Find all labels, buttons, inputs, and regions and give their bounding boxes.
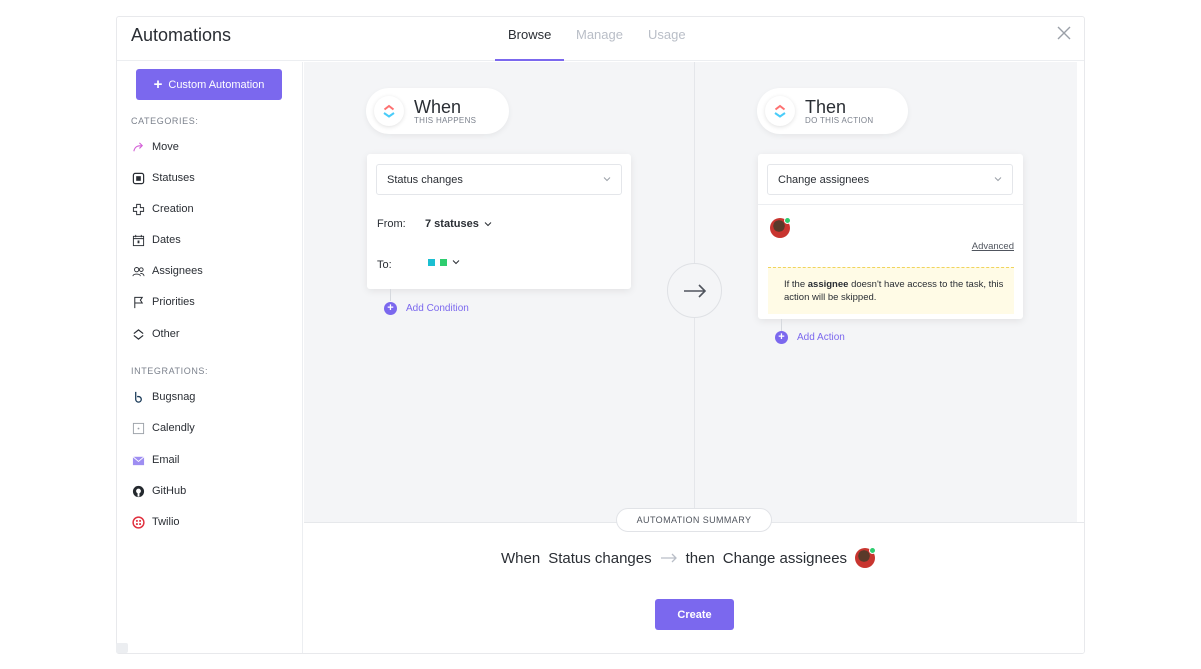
automations-modal: Automations Browse Manage Usage + Custom…	[116, 16, 1085, 654]
modal-title: Automations	[131, 25, 232, 45]
custom-automation-button[interactable]: + Custom Automation	[136, 69, 282, 100]
trigger-connector	[390, 289, 391, 301]
assignees-icon	[131, 264, 145, 278]
arrow-right-icon	[660, 550, 678, 567]
automation-summary-badge: AUTOMATION SUMMARY	[616, 508, 772, 532]
plus-icon: +	[153, 76, 163, 93]
github-icon	[131, 484, 145, 498]
chevron-down-icon	[603, 177, 611, 182]
status-green-swatch	[440, 258, 447, 266]
sidebar-item-assignees[interactable]: Assignees	[131, 262, 203, 280]
then-title: Then	[805, 96, 847, 117]
assignee-avatar[interactable]	[770, 217, 791, 238]
statuses-icon	[131, 171, 145, 185]
action-card: Change assignees Advanced If the assigne…	[758, 154, 1023, 319]
then-subtitle: DO THIS ACTION	[805, 115, 874, 125]
to-label: To:	[377, 259, 392, 271]
add-condition-button[interactable]: + Add Condition	[384, 302, 469, 315]
to-status-select[interactable]	[428, 258, 460, 266]
from-label: From:	[377, 218, 406, 230]
twilio-icon	[131, 515, 145, 529]
move-icon	[131, 140, 145, 154]
sidebar-item-move[interactable]: Move	[131, 138, 179, 156]
creation-icon	[131, 202, 145, 216]
then-header: Then DO THIS ACTION	[757, 88, 908, 134]
from-status-select[interactable]: 7 statuses	[425, 218, 492, 230]
email-icon	[131, 453, 145, 467]
sidebar: + Custom Automation CATEGORIES: Move Sta…	[117, 62, 303, 653]
trigger-card: Status changes From: 7 statuses To:	[367, 154, 631, 289]
when-subtitle: THIS HAPPENS	[414, 115, 477, 125]
summary-area	[304, 522, 1084, 653]
other-icon	[131, 327, 145, 341]
action-select[interactable]: Change assignees	[767, 164, 1013, 195]
sidebar-item-twilio[interactable]: Twilio	[131, 513, 180, 531]
status-teal-swatch	[428, 258, 435, 266]
resize-handle	[116, 643, 128, 653]
trigger-select[interactable]: Status changes	[376, 164, 622, 195]
sidebar-item-priorities[interactable]: Priorities	[131, 293, 195, 311]
tab-browse[interactable]: Browse	[508, 27, 551, 42]
plus-circle-icon: +	[775, 331, 788, 344]
integrations-label: INTEGRATIONS:	[131, 366, 209, 376]
sidebar-item-calendly[interactable]: Calendly	[131, 419, 195, 437]
when-header: When THIS HAPPENS	[366, 88, 509, 134]
sidebar-item-other[interactable]: Other	[131, 325, 180, 343]
tab-manage[interactable]: Manage	[576, 27, 623, 42]
action-connector	[781, 319, 782, 331]
when-title: When	[414, 96, 462, 117]
add-action-button[interactable]: + Add Action	[775, 331, 845, 344]
active-tab-indicator	[495, 59, 564, 61]
card-divider	[758, 204, 1023, 205]
automation-summary-text: When Status changes then Change assignee…	[501, 547, 877, 568]
sidebar-item-github[interactable]: GitHub	[131, 482, 186, 500]
tab-usage[interactable]: Usage	[648, 27, 686, 42]
sidebar-item-bugsnag[interactable]: Bugsnag	[131, 388, 195, 406]
advanced-link[interactable]: Advanced	[972, 241, 1014, 252]
sidebar-item-creation[interactable]: Creation	[131, 200, 194, 218]
sidebar-item-email[interactable]: Email	[131, 451, 180, 469]
chevron-down-icon	[452, 260, 460, 265]
access-warning: If the assignee doesn't have access to t…	[768, 267, 1014, 314]
arrow-right-icon	[667, 263, 722, 318]
create-button[interactable]: Create	[655, 599, 734, 630]
categories-label: CATEGORIES:	[131, 116, 199, 126]
plus-circle-icon: +	[384, 302, 397, 315]
calendly-icon	[131, 421, 145, 435]
flag-icon	[131, 295, 145, 309]
clickup-logo-icon	[374, 96, 404, 126]
clickup-logo-icon	[765, 96, 795, 126]
sidebar-item-dates[interactable]: Dates	[131, 231, 181, 249]
summary-avatar	[855, 547, 877, 568]
bugsnag-icon	[131, 390, 145, 404]
calendar-icon	[131, 233, 145, 247]
chevron-down-icon	[484, 222, 492, 227]
chevron-down-icon	[994, 177, 1002, 182]
sidebar-item-statuses[interactable]: Statuses	[131, 169, 195, 187]
close-icon[interactable]	[1056, 25, 1072, 41]
modal-header: Automations Browse Manage Usage	[117, 17, 1084, 61]
